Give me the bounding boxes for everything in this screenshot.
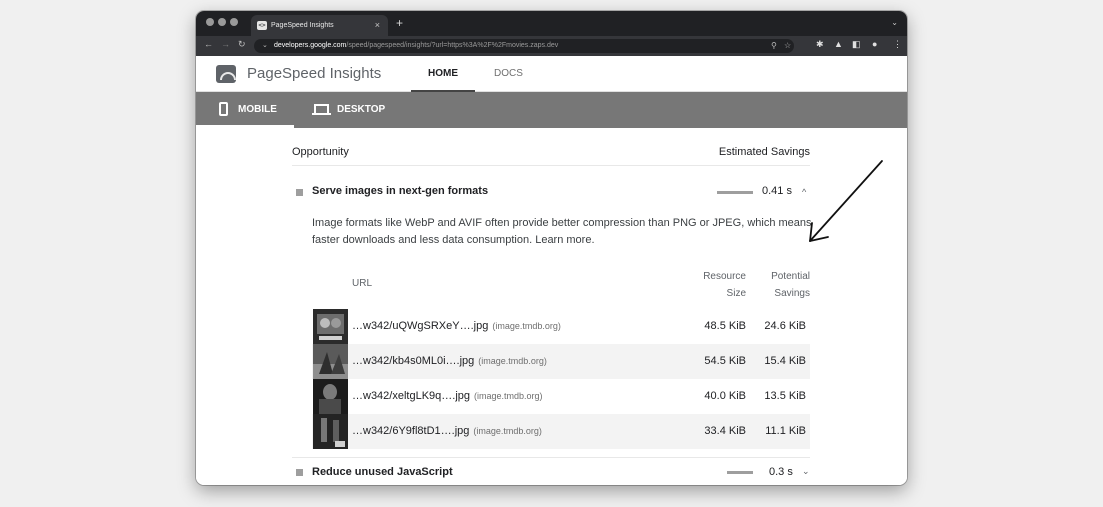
minimize-window-button[interactable] xyxy=(218,18,226,26)
resource-url-path: …w342/kb4s0ML0i….jpg xyxy=(352,355,475,367)
psi-favicon-icon: <> xyxy=(257,21,267,30)
column-header-resource-line2: Size xyxy=(726,288,746,299)
bookmark-star-icon[interactable]: ☆ xyxy=(784,39,791,53)
tab-strip: <> PageSpeed Insights × + ⌄ xyxy=(196,11,907,36)
resource-url[interactable]: …w342/6Y9fl8tD1….jpg (image.tmdb.org) xyxy=(352,425,542,437)
annotation-arrow-icon xyxy=(809,160,883,242)
tab-close-button[interactable]: × xyxy=(375,15,380,36)
tab-mobile[interactable]: MOBILE xyxy=(196,92,294,128)
url-path: /speed/pagespeed/insights/?url=https%3A%… xyxy=(346,42,559,49)
extensions-puzzle-icon[interactable]: ✱ xyxy=(816,39,824,50)
movie-poster-thumbnail xyxy=(313,344,348,379)
browser-toolbar: ← → ↻ ⌄ developers.google.com/speed/page… xyxy=(196,36,907,56)
laptop-icon xyxy=(314,104,329,113)
resource-url-path: …w342/xeltgLK9q….jpg xyxy=(352,390,471,402)
resource-host: (image.tmdb.org) xyxy=(492,321,561,331)
table-row: …w342/kb4s0ML0i….jpg (image.tmdb.org) 54.… xyxy=(312,344,810,379)
browser-menu-icon[interactable]: ⋮ xyxy=(893,39,902,50)
nav-tab-home[interactable]: HOME xyxy=(411,56,475,92)
zoom-window-button[interactable] xyxy=(230,18,238,26)
new-tab-button[interactable]: + xyxy=(396,16,403,30)
column-header-potential-savings: Potential Savings xyxy=(751,268,810,302)
audit-savings-value: 0.41 s xyxy=(762,185,792,197)
column-header-potential-line2: Savings xyxy=(774,288,810,299)
smartphone-icon xyxy=(219,102,228,116)
url-host: developers.google.com xyxy=(274,42,347,49)
resource-size: 54.5 KiB xyxy=(704,355,746,367)
potential-savings: 13.5 KiB xyxy=(764,390,806,402)
table-row: …w342/6Y9fl8tD1….jpg (image.tmdb.org) 33.… xyxy=(312,414,810,449)
savings-bar xyxy=(717,191,753,194)
resource-size: 40.0 KiB xyxy=(704,390,746,402)
table-row: …w342/xeltgLK9q….jpg (image.tmdb.org) 40.… xyxy=(312,379,810,414)
chevron-down-icon[interactable]: ⌄ xyxy=(802,466,810,477)
audit-title[interactable]: Reduce unused JavaScript xyxy=(312,466,453,478)
divider xyxy=(292,165,810,166)
resource-url[interactable]: …w342/uQWgSRXeY….jpg (image.tmdb.org) xyxy=(352,320,561,332)
resource-url[interactable]: …w342/kb4s0ML0i….jpg (image.tmdb.org) xyxy=(352,355,547,367)
tab-mobile-label: MOBILE xyxy=(238,104,277,115)
audit-status-square-icon xyxy=(296,469,303,476)
movie-poster-thumbnail xyxy=(313,379,348,414)
column-header-resource-size: Resource Size xyxy=(686,268,746,302)
psi-logo-icon[interactable] xyxy=(216,65,236,83)
learn-more-link[interactable]: Learn more. xyxy=(535,234,594,246)
potential-savings: 11.1 KiB xyxy=(765,425,806,437)
resource-host: (image.tmdb.org) xyxy=(478,356,547,366)
column-header-resource-line1: Resource xyxy=(703,271,746,282)
column-header-potential-line1: Potential xyxy=(771,271,810,282)
tab-desktop[interactable]: DESKTOP xyxy=(308,92,398,128)
tab-title: PageSpeed Insights xyxy=(271,22,334,29)
resource-size: 33.4 KiB xyxy=(704,425,746,437)
movie-poster-thumbnail xyxy=(313,414,348,449)
audit-savings-value: 0.3 s xyxy=(769,466,793,478)
site-info-icon[interactable]: ⌄ xyxy=(262,39,268,53)
tab-desktop-label: DESKTOP xyxy=(337,104,386,115)
column-header-url: URL xyxy=(352,278,373,289)
laptop-base-icon xyxy=(312,113,331,115)
divider xyxy=(292,457,810,458)
psi-title[interactable]: PageSpeed Insights xyxy=(247,65,381,82)
lab-flask-icon[interactable]: ▲ xyxy=(834,39,843,49)
forward-icon[interactable]: → xyxy=(221,39,230,49)
audit-title[interactable]: Serve images in next-gen formats xyxy=(312,185,488,197)
address-bar[interactable]: ⌄ developers.google.com/speed/pagespeed/… xyxy=(254,39,794,53)
back-icon[interactable]: ← xyxy=(204,39,213,49)
browser-tab[interactable]: <> PageSpeed Insights × xyxy=(251,15,388,36)
audit-description: Image formats like WebP and AVIF often p… xyxy=(312,215,812,249)
zoom-icon[interactable]: ⚲ xyxy=(771,39,777,53)
profile-icon[interactable]: ● xyxy=(872,39,877,49)
resource-host: (image.tmdb.org) xyxy=(473,426,542,436)
resource-size: 48.5 KiB xyxy=(704,320,746,332)
estimated-savings-header: Estimated Savings xyxy=(718,146,810,158)
savings-bar xyxy=(727,471,753,474)
resource-url[interactable]: …w342/xeltgLK9q….jpg (image.tmdb.org) xyxy=(352,390,543,402)
potential-savings: 24.6 KiB xyxy=(764,320,806,332)
movie-poster-thumbnail xyxy=(313,309,348,344)
audit-status-square-icon xyxy=(296,189,303,196)
reload-icon[interactable]: ↻ xyxy=(238,39,246,50)
resource-url-path: …w342/6Y9fl8tD1….jpg xyxy=(352,425,470,437)
resource-url-path: …w342/uQWgSRXeY….jpg xyxy=(352,320,489,332)
potential-savings: 15.4 KiB xyxy=(764,355,806,367)
resource-host: (image.tmdb.org) xyxy=(474,391,543,401)
table-row: …w342/uQWgSRXeY….jpg (image.tmdb.org) 48.… xyxy=(312,309,810,344)
opportunity-header: Opportunity xyxy=(292,146,349,158)
tab-search-chevron-icon[interactable]: ⌄ xyxy=(891,18,898,27)
psi-header: PageSpeed Insights HOME DOCS xyxy=(196,56,907,92)
side-panel-icon[interactable]: ◧ xyxy=(852,39,861,50)
close-window-button[interactable] xyxy=(206,18,214,26)
nav-tab-docs[interactable]: DOCS xyxy=(486,56,531,92)
device-toggle-bar: MOBILE DESKTOP xyxy=(196,92,907,128)
address-bar-url[interactable]: developers.google.com/speed/pagespeed/in… xyxy=(274,39,558,53)
